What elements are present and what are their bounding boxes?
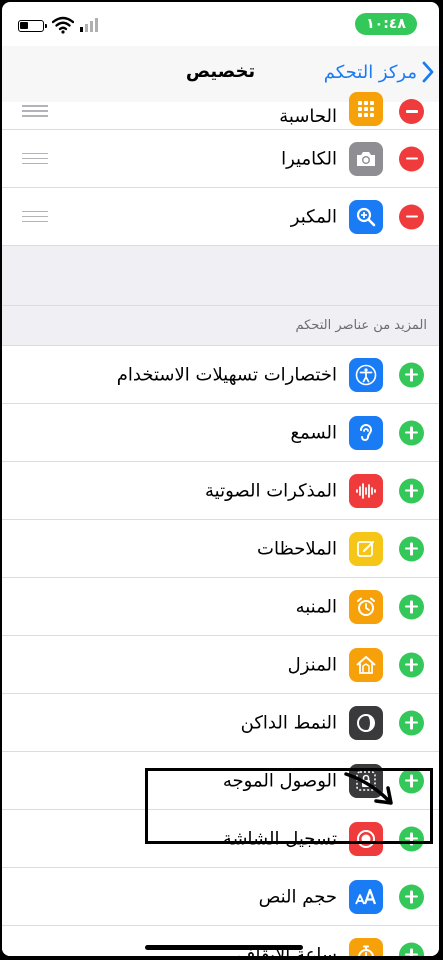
add-button[interactable] <box>399 884 424 909</box>
add-button[interactable] <box>399 710 424 735</box>
annotation-arrow-icon <box>344 772 393 805</box>
reorder-handle-icon[interactable] <box>22 152 48 165</box>
included-control-calculator: الحاسبة <box>2 92 439 130</box>
control-label: المذكرات الصوتية <box>205 480 337 501</box>
home-icon <box>349 647 383 682</box>
more-control-hearing: السمع <box>2 404 439 462</box>
calculator-icon <box>349 92 383 126</box>
add-button[interactable] <box>399 942 424 956</box>
camera-icon <box>349 141 383 176</box>
more-control-dark-mode: النمط الداكن <box>2 694 439 752</box>
section-header-label: المزيد من عناصر التحكم <box>295 318 427 333</box>
status-bar: ١٠:٤٨ <box>2 2 439 46</box>
more-control-alarm: المنبه <box>2 578 439 636</box>
more-control-stopwatch: ساعة الإيقاف <box>2 926 439 956</box>
stopwatch-icon <box>349 937 383 956</box>
reorder-handle-icon[interactable] <box>22 210 48 223</box>
cellular-signal-icon <box>80 18 98 32</box>
included-control-magnifier: المكبر <box>2 188 439 246</box>
add-button[interactable] <box>399 478 424 503</box>
add-button[interactable] <box>399 536 424 561</box>
control-label: المنبه <box>295 596 337 617</box>
more-control-notes: الملاحظات <box>2 520 439 578</box>
chevron-right-icon <box>422 61 434 83</box>
add-button[interactable] <box>399 652 424 677</box>
ear-icon <box>349 415 383 450</box>
remove-button[interactable] <box>399 204 424 229</box>
section-header: المزيد من عناصر التحكم <box>2 306 439 346</box>
more-control-voice-memos: المذكرات الصوتية <box>2 462 439 520</box>
control-label: الملاحظات <box>257 538 337 559</box>
notes-icon <box>349 531 383 566</box>
wifi-icon <box>52 16 74 34</box>
voice-memo-icon <box>349 473 383 508</box>
text-size-icon <box>349 879 383 914</box>
section-spacer <box>2 246 439 306</box>
add-button[interactable] <box>399 362 424 387</box>
more-control-accessibility-shortcuts: اختصارات تسهيلات الاستخدام <box>2 346 439 404</box>
remove-button[interactable] <box>399 146 424 171</box>
alarm-icon <box>349 589 383 624</box>
more-control-text-size: حجم النص <box>2 868 439 926</box>
control-label: الحاسبة <box>279 106 337 127</box>
more-control-home: المنزل <box>2 636 439 694</box>
add-button[interactable] <box>399 420 424 445</box>
control-label: المنزل <box>287 654 337 675</box>
dark-mode-icon <box>349 705 383 740</box>
back-button-label: مركز التحكم <box>323 61 417 83</box>
control-label: السمع <box>290 422 337 443</box>
control-label: الكاميرا <box>281 148 337 169</box>
included-control-camera: الكاميرا <box>2 130 439 188</box>
magnifier-icon <box>349 199 383 234</box>
accessibility-icon <box>349 357 383 392</box>
control-label: اختصارات تسهيلات الاستخدام <box>116 364 337 385</box>
control-label: المكبر <box>290 206 337 227</box>
reorder-handle-icon[interactable] <box>22 105 48 117</box>
add-button[interactable] <box>399 594 424 619</box>
remove-button[interactable] <box>399 99 424 124</box>
back-button[interactable]: مركز التحكم <box>324 60 435 84</box>
battery-icon <box>18 20 47 32</box>
control-label: النمط الداكن <box>240 712 337 733</box>
control-label: حجم النص <box>258 886 337 907</box>
status-time: ١٠:٤٨ <box>355 13 417 35</box>
home-indicator[interactable] <box>145 945 303 950</box>
